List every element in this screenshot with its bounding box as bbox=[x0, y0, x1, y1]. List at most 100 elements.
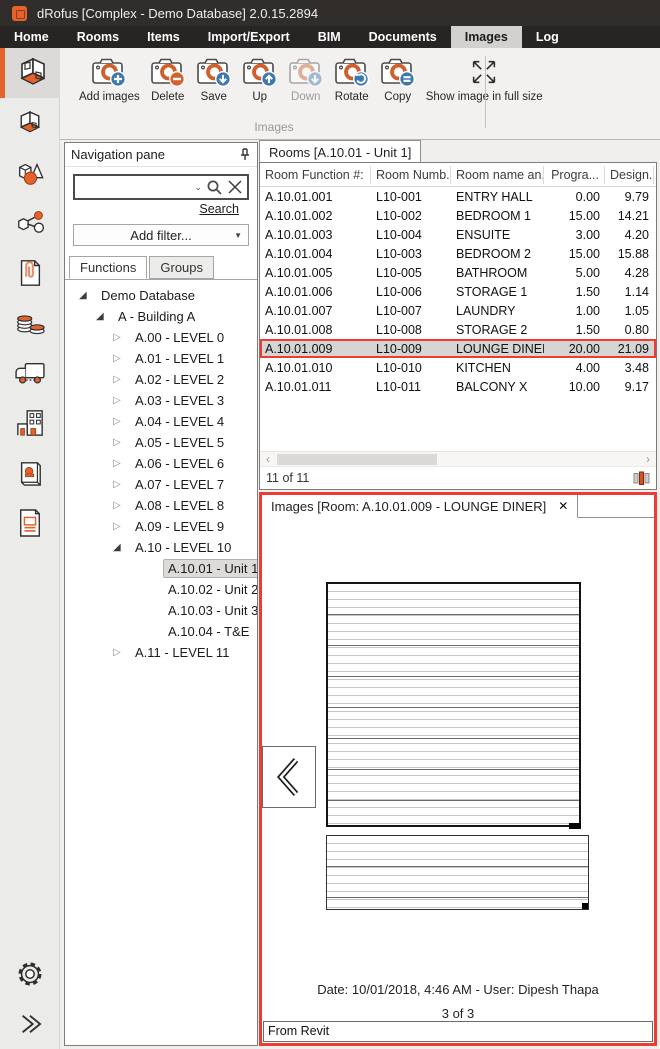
table-row[interactable]: A.10.01.002 L10-002 BEDROOM 1 15.00 14.2… bbox=[260, 206, 656, 225]
save-button[interactable]: Save bbox=[191, 54, 237, 107]
clear-search-icon[interactable] bbox=[227, 179, 243, 195]
menu-item-items[interactable]: Items bbox=[133, 26, 194, 48]
tree-item[interactable]: A.03 - LEVEL 3 bbox=[65, 390, 257, 411]
tab-functions[interactable]: Functions bbox=[69, 256, 147, 279]
tree-item[interactable]: A.07 - LEVEL 7 bbox=[65, 474, 257, 495]
tree-expander-icon[interactable] bbox=[113, 647, 130, 658]
menu-item-home[interactable]: Home bbox=[0, 26, 63, 48]
search-box[interactable]: ⌄ bbox=[73, 174, 249, 200]
tree-expander-icon[interactable] bbox=[113, 416, 130, 427]
table-row[interactable]: A.10.01.003 L10-004 ENSUITE 3.00 4.20 bbox=[260, 225, 656, 244]
menu-item-log[interactable]: Log bbox=[522, 26, 573, 48]
search-input[interactable] bbox=[79, 180, 190, 194]
column-header-room-number[interactable]: Room Numb... bbox=[371, 166, 451, 184]
sidebar-item-settings[interactable] bbox=[0, 949, 60, 999]
sidebar-item-reports[interactable] bbox=[0, 498, 60, 548]
scrollbar-thumb[interactable] bbox=[277, 454, 437, 465]
add-images-button[interactable]: Add images bbox=[74, 54, 145, 107]
menu-item-documents[interactable]: Documents bbox=[355, 26, 451, 48]
sidebar-item-logistics[interactable] bbox=[0, 348, 60, 398]
sidebar-item-attachments[interactable] bbox=[0, 248, 60, 298]
table-row[interactable]: A.10.01.008 L10-008 STORAGE 2 1.50 0.80 bbox=[260, 320, 656, 339]
tree-item[interactable]: A.09 - LEVEL 9 bbox=[65, 516, 257, 537]
tree-expander-icon[interactable] bbox=[113, 521, 130, 532]
tree-item[interactable]: A.10 - LEVEL 10 bbox=[65, 537, 257, 558]
scroll-left-icon[interactable]: ‹ bbox=[260, 452, 276, 467]
previous-image-button[interactable] bbox=[262, 746, 316, 808]
table-row[interactable]: A.10.01.005 L10-005 BATHROOM 5.00 4.28 bbox=[260, 263, 656, 282]
tree-item[interactable]: A.08 - LEVEL 8 bbox=[65, 495, 257, 516]
search-icon[interactable] bbox=[206, 179, 223, 196]
menu-item-rooms[interactable]: Rooms bbox=[63, 26, 133, 48]
room-layout-icon[interactable] bbox=[633, 471, 650, 486]
tree-item[interactable]: A.04 - LEVEL 4 bbox=[65, 411, 257, 432]
table-row[interactable]: A.10.01.001 L10-001 ENTRY HALL 0.00 9.79 bbox=[260, 187, 656, 206]
scroll-right-icon[interactable]: › bbox=[640, 452, 656, 467]
column-header-designed[interactable]: Design... bbox=[605, 166, 654, 184]
table-row[interactable]: A.10.01.006 L10-006 STORAGE 1 1.50 1.14 bbox=[260, 282, 656, 301]
menu-item-images[interactable]: Images bbox=[451, 26, 522, 48]
sidebar-item-collapse[interactable] bbox=[0, 999, 60, 1049]
search-options-chevron-icon[interactable]: ⌄ bbox=[194, 182, 202, 193]
sidebar-item-rooms[interactable] bbox=[0, 48, 60, 98]
up-button[interactable]: Up bbox=[237, 54, 283, 107]
close-icon[interactable]: ✕ bbox=[558, 499, 568, 513]
table-row[interactable]: A.10.01.004 L10-003 BEDROOM 2 15.00 15.8… bbox=[260, 244, 656, 263]
tree-item[interactable]: A.10.04 - T&E bbox=[65, 621, 257, 642]
copy-button[interactable]: Copy bbox=[375, 54, 421, 107]
sidebar-item-rooms-alt[interactable] bbox=[0, 98, 60, 148]
rotate-button[interactable]: Rotate bbox=[329, 54, 375, 107]
pin-icon[interactable] bbox=[239, 148, 251, 162]
tree-expander-icon[interactable] bbox=[113, 332, 130, 343]
table-row[interactable]: A.10.01.009 L10-009 LOUNGE DINER 20.00 2… bbox=[260, 339, 656, 358]
tree-item[interactable]: A.02 - LEVEL 2 bbox=[65, 369, 257, 390]
sidebar-item-finance[interactable] bbox=[0, 298, 60, 348]
cell-room-name: BEDROOM 2 bbox=[451, 247, 544, 261]
column-header-programmed[interactable]: Progra... bbox=[544, 166, 605, 184]
images-tab[interactable]: Images [Room: A.10.01.009 - LOUNGE DINER… bbox=[262, 495, 578, 518]
cell-room-number: L10-011 bbox=[371, 380, 451, 394]
tree-expander-icon[interactable] bbox=[113, 395, 130, 406]
rooms-tab[interactable]: Rooms [A.10.01 - Unit 1] bbox=[259, 140, 421, 163]
image-caption-field[interactable]: From Revit bbox=[263, 1021, 653, 1042]
search-link[interactable]: Search bbox=[199, 202, 239, 216]
tree-item[interactable]: A - Building A bbox=[65, 306, 257, 327]
menu-item-bim[interactable]: BIM bbox=[304, 26, 355, 48]
sidebar-item-buildings[interactable] bbox=[0, 398, 60, 448]
column-header-room-function[interactable]: Room Function #: bbox=[260, 166, 371, 184]
table-row[interactable]: A.10.01.007 L10-007 LAUNDRY 1.00 1.05 bbox=[260, 301, 656, 320]
menu-item-import-export[interactable]: Import/Export bbox=[194, 26, 304, 48]
tab-groups[interactable]: Groups bbox=[149, 256, 214, 279]
tree-expander-icon[interactable] bbox=[113, 542, 130, 553]
table-row[interactable]: A.10.01.011 L10-011 BALCONY X 10.00 9.17 bbox=[260, 377, 656, 396]
tree-item[interactable]: A.11 - LEVEL 11 bbox=[65, 642, 257, 663]
tree-item[interactable]: A.06 - LEVEL 6 bbox=[65, 453, 257, 474]
horizontal-scrollbar[interactable]: ‹ › bbox=[260, 451, 656, 466]
cell-room-number: L10-007 bbox=[371, 304, 451, 318]
cell-designed: 1.14 bbox=[605, 285, 654, 299]
tree-item[interactable]: A.05 - LEVEL 5 bbox=[65, 432, 257, 453]
tree-expander-icon[interactable] bbox=[96, 311, 113, 322]
column-header-room-name[interactable]: Room name an... bbox=[451, 166, 544, 184]
tree-item[interactable]: A.10.01 - Unit 1 bbox=[65, 558, 257, 579]
tree-expander-icon[interactable] bbox=[113, 500, 130, 511]
tree-expander-icon[interactable] bbox=[113, 458, 130, 469]
sidebar-item-catalog[interactable] bbox=[0, 448, 60, 498]
tree-item[interactable]: A.10.03 - Unit 3 bbox=[65, 600, 257, 621]
table-row[interactable]: A.10.01.010 L10-010 KITCHEN 4.00 3.48 bbox=[260, 358, 656, 377]
tree-expander-icon[interactable] bbox=[113, 479, 130, 490]
tree-expander-icon[interactable] bbox=[113, 374, 130, 385]
delete-button[interactable]: Delete bbox=[145, 54, 191, 107]
cell-programmed: 0.00 bbox=[544, 190, 605, 204]
tree-item[interactable]: A.10.02 - Unit 2 bbox=[65, 579, 257, 600]
tree-expander-icon[interactable] bbox=[113, 437, 130, 448]
sidebar-item-systems[interactable] bbox=[0, 198, 60, 248]
navigation-pane-title: Navigation pane bbox=[71, 147, 239, 162]
tree-expander-icon[interactable] bbox=[79, 290, 96, 301]
tree-item[interactable]: A.00 - LEVEL 0 bbox=[65, 327, 257, 348]
sidebar-item-items[interactable] bbox=[0, 148, 60, 198]
tree-expander-icon[interactable] bbox=[113, 353, 130, 364]
add-filter-dropdown[interactable]: Add filter... ▼ bbox=[73, 224, 249, 246]
tree-item[interactable]: Demo Database bbox=[65, 285, 257, 306]
tree-item[interactable]: A.01 - LEVEL 1 bbox=[65, 348, 257, 369]
